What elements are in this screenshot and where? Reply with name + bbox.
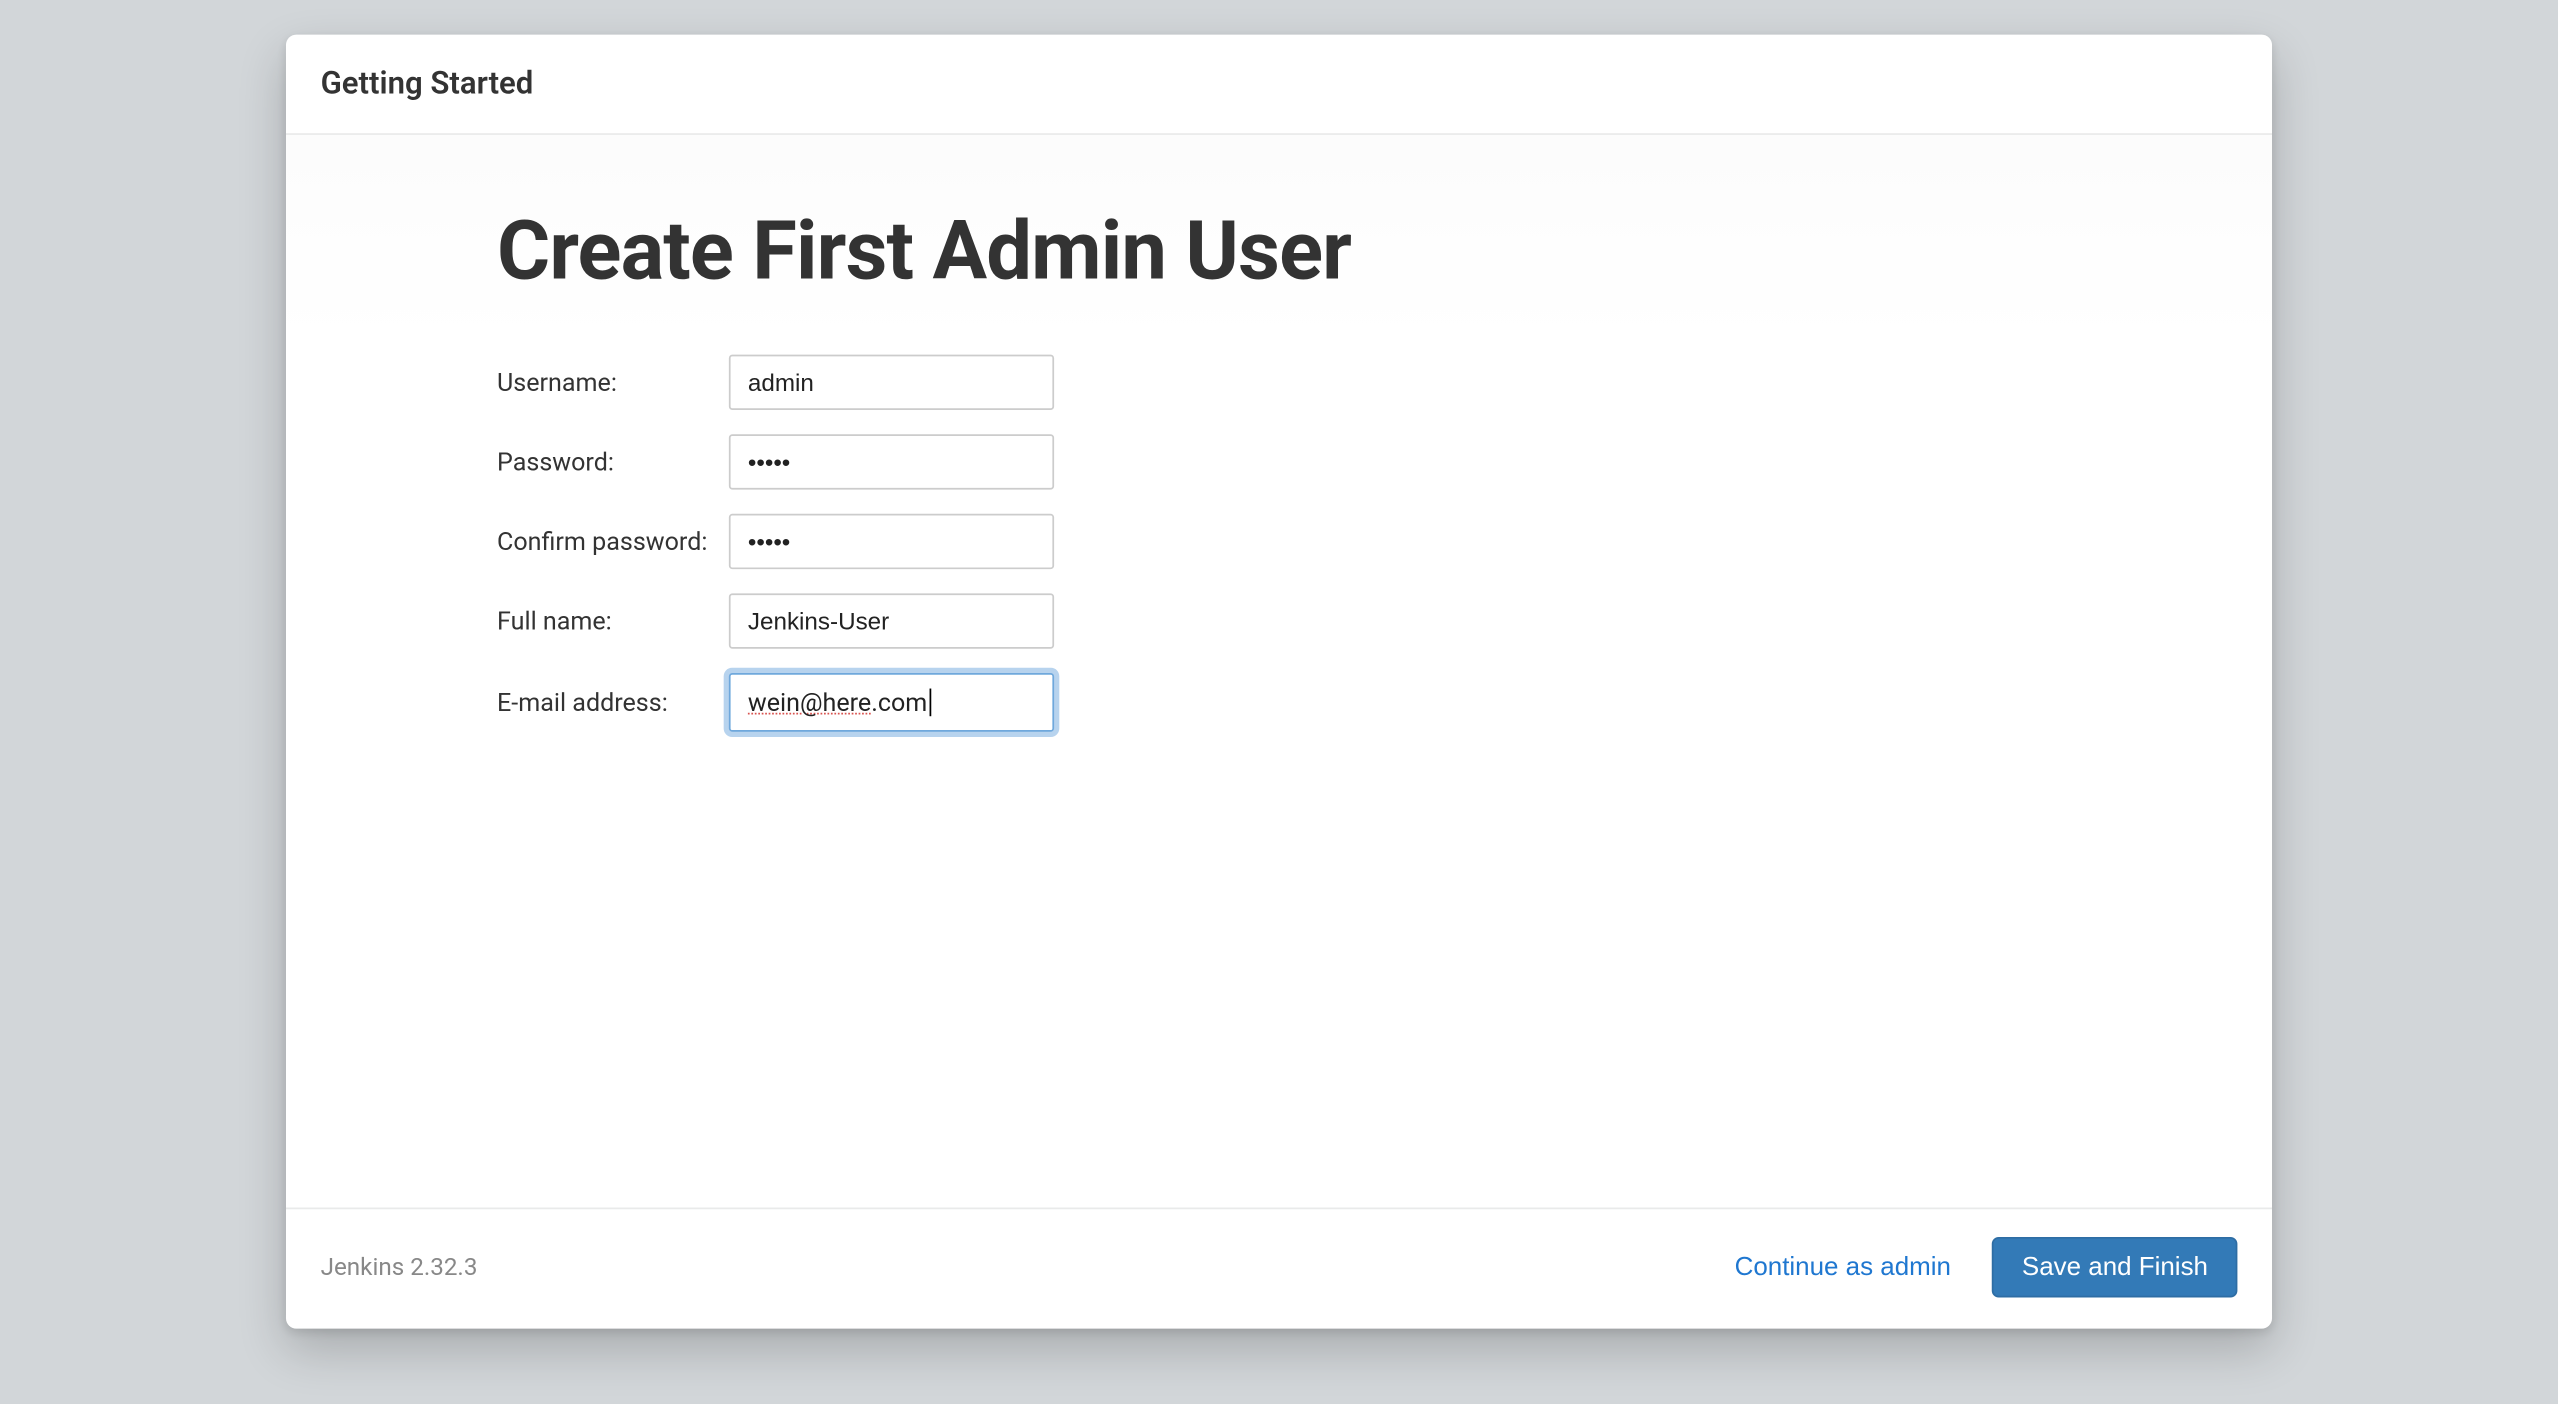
username-input[interactable]	[729, 355, 1054, 410]
fullname-label: Full name:	[497, 606, 729, 635]
setup-wizard-modal: Getting Started Create First Admin User …	[286, 35, 2272, 1329]
username-label: Username:	[497, 368, 729, 397]
continue-as-admin-button[interactable]: Continue as admin	[1710, 1239, 1975, 1296]
password-label: Password:	[497, 447, 729, 476]
confirm-password-label: Confirm password:	[497, 527, 729, 556]
password-input[interactable]	[729, 434, 1054, 489]
confirm-password-row: Confirm password:	[497, 514, 2272, 569]
username-row: Username:	[497, 355, 2272, 410]
text-caret-icon	[929, 689, 931, 717]
fullname-row: Full name:	[497, 593, 2272, 648]
password-row: Password:	[497, 434, 2272, 489]
confirm-password-input[interactable]	[729, 514, 1054, 569]
modal-body: Create First Admin User Username: Passwo…	[286, 135, 2272, 1208]
email-value-part1: wein@here	[748, 688, 871, 717]
fullname-input[interactable]	[729, 593, 1054, 648]
modal-header: Getting Started	[286, 35, 2272, 135]
email-value-part2: .com	[871, 688, 927, 717]
modal-header-title: Getting Started	[321, 66, 2238, 102]
email-row: E-mail address: wein@here.com	[497, 673, 2272, 732]
version-text: Jenkins 2.32.3	[321, 1253, 1711, 1281]
email-input[interactable]: wein@here.com	[729, 673, 1054, 732]
modal-footer: Jenkins 2.32.3 Continue as admin Save an…	[286, 1208, 2272, 1329]
save-and-finish-button[interactable]: Save and Finish	[1992, 1237, 2237, 1298]
page-title: Create First Admin User	[497, 204, 2272, 299]
email-label: E-mail address:	[497, 688, 729, 717]
